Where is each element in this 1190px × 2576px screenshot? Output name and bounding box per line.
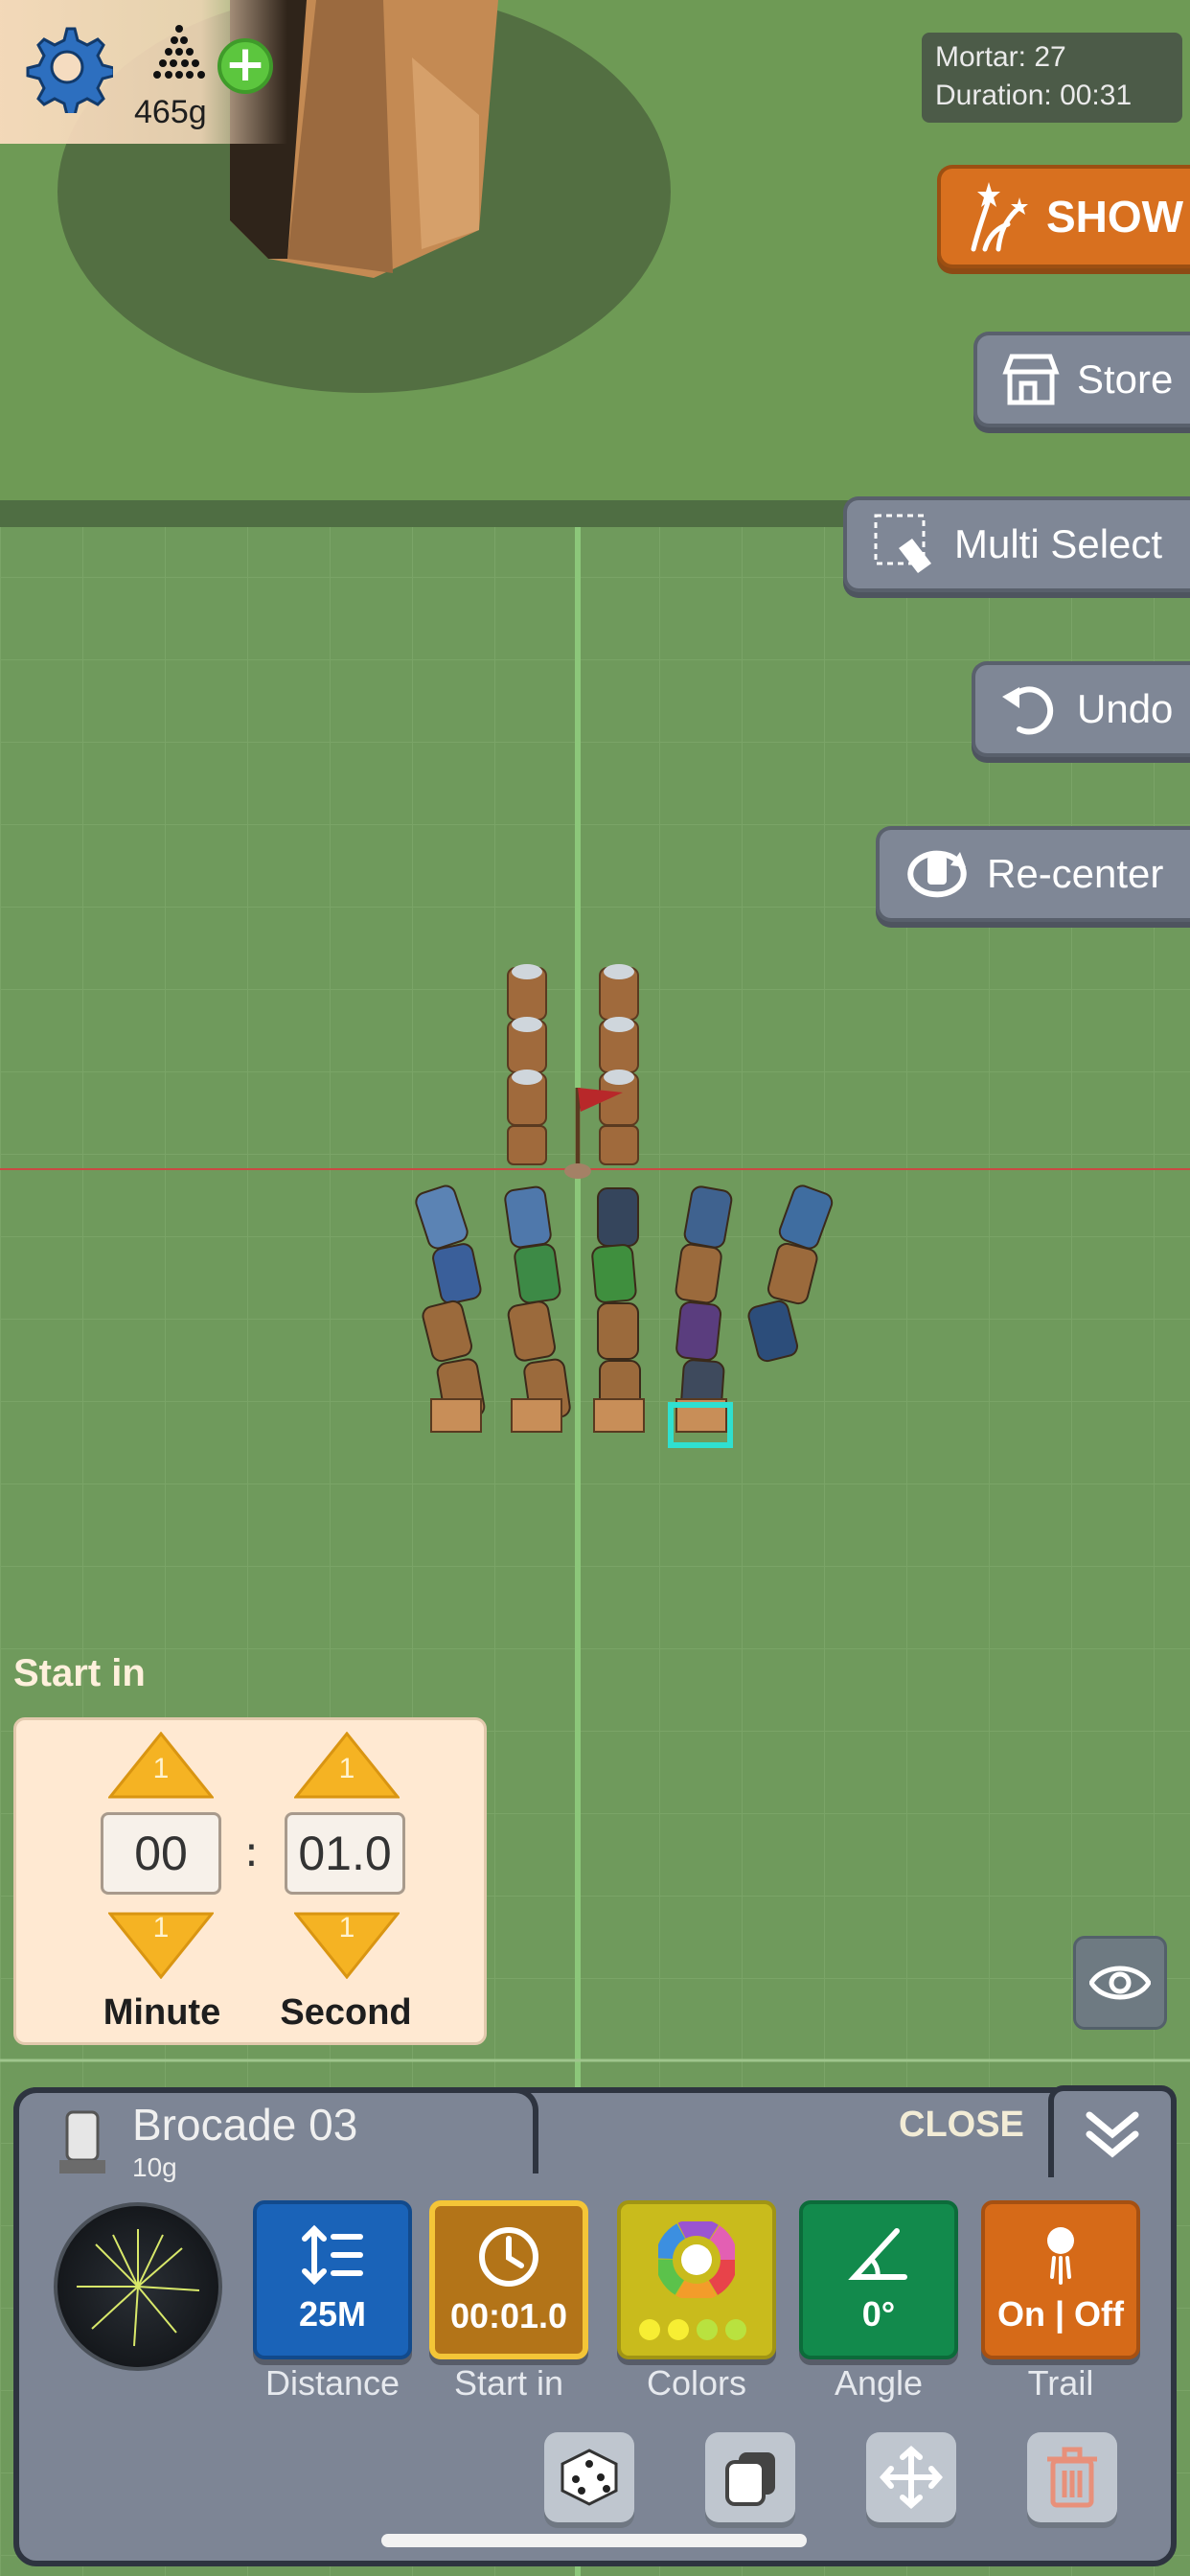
minute-label: Minute — [103, 1992, 221, 2033]
angle-value: 0° — [861, 2294, 896, 2334]
minute-decrease-step: 1 — [152, 1912, 170, 1944]
move-button[interactable] — [866, 2432, 956, 2522]
item-name: Brocade 03 — [132, 2100, 358, 2150]
multi-select-button[interactable]: Multi Select — [843, 496, 1190, 592]
visibility-toggle-button[interactable] — [1073, 1936, 1167, 2030]
gunpowder-icon — [146, 21, 213, 88]
chevron-double-down-icon — [1086, 2111, 1139, 2158]
start-in-value: 00:01.0 — [449, 2296, 568, 2335]
second-decrease-step: 1 — [338, 1912, 355, 1944]
store-label: Store — [1077, 356, 1174, 402]
color-wheel-icon — [658, 2221, 735, 2298]
settings-gear-icon[interactable] — [21, 21, 116, 117]
trail-value: On | Off — [996, 2294, 1125, 2334]
start-in-panel: 1 1 00 : 01.0 1 1 Minute Second — [13, 1717, 487, 2045]
start-in-button[interactable]: 00:01.0 — [429, 2200, 588, 2359]
recenter-icon — [907, 850, 967, 898]
randomize-button[interactable] — [544, 2432, 634, 2522]
undo-icon — [1002, 686, 1054, 735]
start-in-title: Start in — [13, 1652, 146, 1694]
trail-button[interactable]: On | Off — [981, 2200, 1140, 2359]
delete-button[interactable] — [1027, 2432, 1117, 2522]
clock-icon — [479, 2227, 538, 2287]
burst-preview-icon — [77, 2229, 200, 2347]
add-powder-button[interactable]: + — [217, 38, 273, 94]
undo-label: Undo — [1077, 686, 1174, 731]
second-label: Second — [280, 1992, 412, 2033]
minute-field[interactable]: 00 — [101, 1812, 221, 1895]
second-increase-step: 1 — [338, 1753, 355, 1784]
move-icon — [879, 2445, 944, 2510]
duplicate-button[interactable] — [705, 2432, 795, 2522]
duplicate-icon — [725, 2452, 775, 2506]
angle-label: Angle — [834, 2363, 924, 2403]
minute-increase-step: 1 — [152, 1753, 170, 1784]
show-label: SHOW — [1046, 192, 1184, 242]
undo-button[interactable]: Undo — [972, 661, 1190, 757]
item-weight: 10g — [132, 2152, 177, 2182]
start-in-prop-label: Start in — [453, 2363, 564, 2403]
store-icon — [1002, 354, 1060, 405]
distance-button[interactable]: 25M — [253, 2200, 412, 2359]
colors-label: Colors — [646, 2363, 747, 2403]
close-button[interactable]: CLOSE — [899, 2104, 1024, 2146]
multi-select-label: Multi Select — [954, 521, 1163, 566]
distance-value: 25M — [298, 2294, 367, 2334]
distance-icon — [302, 2224, 363, 2286]
multi-select-icon — [874, 514, 931, 573]
angle-icon — [848, 2228, 907, 2280]
firework-preview[interactable] — [54, 2202, 222, 2371]
angle-button[interactable]: 0° — [799, 2200, 958, 2359]
recenter-button[interactable]: Re-center — [876, 826, 1190, 922]
colors-button[interactable] — [617, 2200, 776, 2359]
recenter-label: Re-center — [987, 851, 1164, 896]
eye-icon — [1089, 1966, 1151, 2000]
second-field[interactable]: 01.0 — [285, 1812, 405, 1895]
dice-icon — [561, 2449, 618, 2506]
time-separator: : — [244, 1828, 259, 1876]
mortar-count: Mortar: 27 — [935, 41, 1066, 73]
comet-icon — [1047, 2227, 1074, 2285]
home-indicator[interactable] — [381, 2534, 807, 2547]
show-duration: Duration: 00:31 — [935, 80, 1133, 111]
show-stats: Mortar: 27 Duration: 00:31 — [922, 33, 1182, 123]
collapse-button[interactable] — [1048, 2085, 1177, 2177]
trail-label: Trail — [1027, 2363, 1094, 2403]
mortar-icon — [59, 2110, 105, 2174]
trash-icon — [1047, 2447, 1097, 2508]
color-dots-icon — [639, 2319, 746, 2340]
store-button[interactable]: Store — [973, 332, 1190, 427]
distance-label: Distance — [264, 2363, 400, 2403]
fireworks-icon — [971, 182, 1028, 252]
show-button[interactable]: SHOW — [937, 165, 1190, 268]
powder-amount: 465g — [134, 94, 207, 130]
